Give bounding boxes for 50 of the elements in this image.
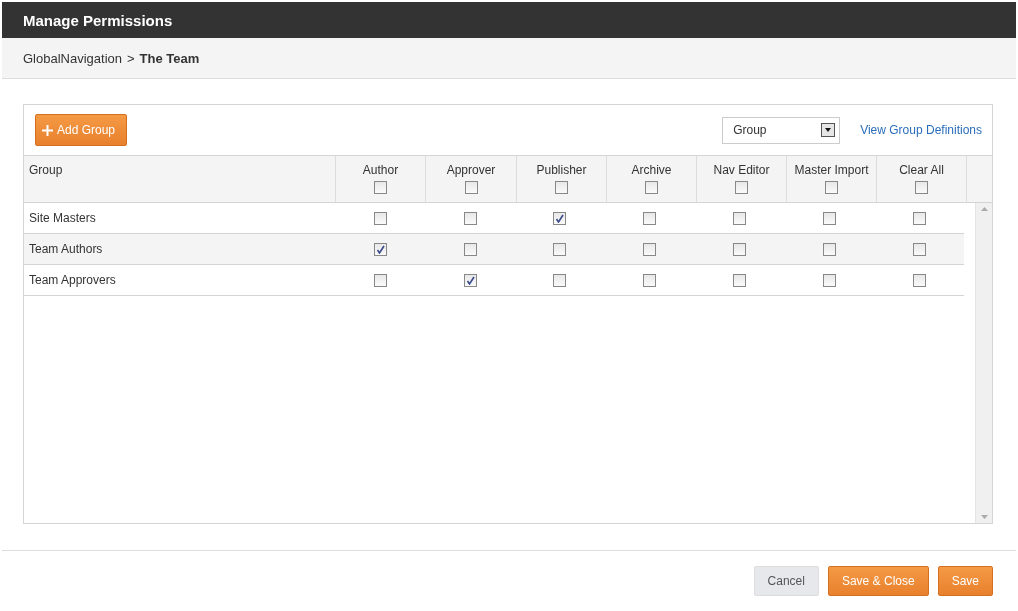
group-name: Site Masters [28, 211, 97, 225]
checkbox[interactable] [912, 211, 926, 225]
checkbox[interactable] [915, 181, 928, 194]
checkbox[interactable] [553, 211, 567, 225]
column-header: Author [362, 163, 399, 177]
breadcrumb-current: The Team [139, 50, 200, 66]
checkbox[interactable] [373, 242, 387, 256]
scroll-down-icon[interactable] [980, 515, 988, 519]
checkbox[interactable] [643, 242, 657, 256]
scroll-up-icon[interactable] [980, 207, 988, 211]
checkbox[interactable] [464, 181, 478, 194]
group-name: Team Authors [28, 242, 104, 256]
checkbox[interactable] [553, 273, 567, 287]
checkbox[interactable] [912, 273, 926, 287]
column-header: Clear All [899, 163, 944, 177]
checkbox[interactable] [463, 211, 477, 225]
column-header: Nav Editor [713, 163, 770, 177]
checkbox[interactable] [825, 181, 838, 194]
group-name: Team Approvers [28, 273, 117, 287]
checkbox[interactable] [822, 211, 836, 225]
checkbox[interactable] [553, 242, 567, 256]
checkbox[interactable] [643, 273, 657, 287]
checkbox[interactable] [645, 181, 658, 194]
checkbox[interactable] [822, 273, 836, 287]
checkbox[interactable] [735, 181, 748, 194]
group-select[interactable]: Group [722, 116, 841, 144]
window-title: Manage Permissions [23, 11, 173, 29]
scrollbar[interactable] [975, 203, 992, 523]
column-header: Publisher [536, 163, 587, 177]
column-header: Group [24, 156, 336, 202]
checkbox[interactable] [733, 273, 746, 287]
breadcrumb-separator: > [127, 50, 135, 66]
checkbox[interactable] [555, 181, 568, 194]
checkbox[interactable] [374, 181, 387, 194]
checkbox[interactable] [373, 273, 387, 287]
checkbox[interactable] [912, 242, 926, 256]
view-group-definitions-link[interactable]: View Group Definitions [860, 123, 982, 137]
checkbox[interactable] [463, 242, 477, 256]
checkbox[interactable] [463, 273, 477, 287]
checkbox[interactable] [643, 211, 657, 225]
checkbox[interactable] [733, 242, 746, 256]
checkbox[interactable] [822, 242, 836, 256]
column-header: Approver [446, 163, 496, 177]
breadcrumb-link[interactable]: GlobalNavigation [23, 50, 122, 66]
checkbox[interactable] [733, 211, 746, 225]
cancel-button[interactable]: Cancel [753, 566, 819, 596]
checkbox[interactable] [373, 211, 387, 225]
column-header: Archive [631, 163, 672, 177]
plus-icon [42, 124, 53, 136]
column-header: Master Import [794, 163, 869, 177]
